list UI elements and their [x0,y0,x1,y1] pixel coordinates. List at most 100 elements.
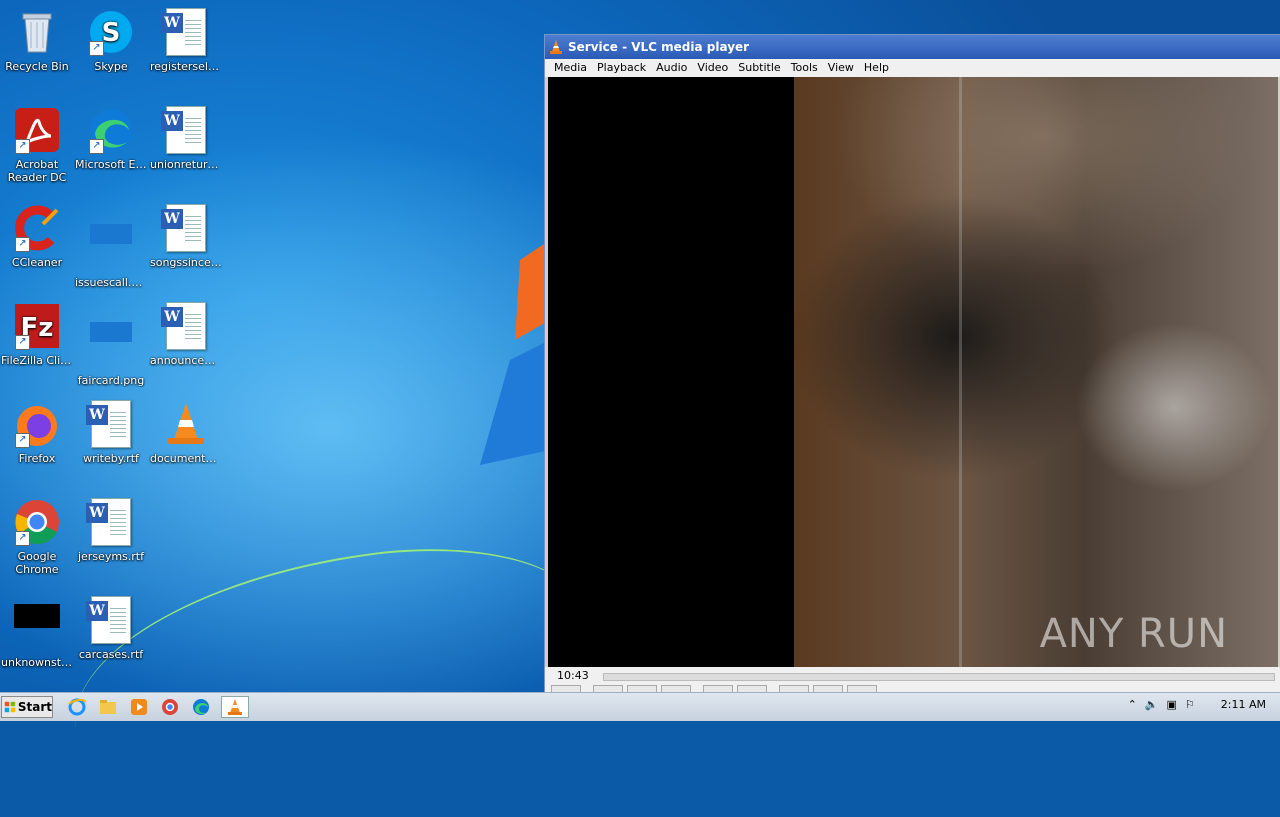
desktop-icon-recycle-bin[interactable]: Recycle Bin [0,4,74,73]
menu-view[interactable]: View [823,59,859,77]
vlc-titlebar[interactable]: Service - VLC media player [545,35,1280,59]
vlc-taskbar-icon[interactable] [221,696,249,718]
black-file-icon [13,604,61,652]
desktop-icon-label: registersell.rtf [150,60,223,73]
menu-tools[interactable]: Tools [786,59,823,77]
start-button[interactable]: Start [1,696,53,718]
wallpaper-swoosh [57,524,603,817]
shortcut-arrow-icon: ↗ [15,139,30,154]
network-icon[interactable]: ▣ [1167,698,1177,711]
desktop-icon-acrobat[interactable]: ↗ Acrobat Reader DC [0,102,74,184]
word-document-icon: W [161,302,210,350]
seek-bar[interactable] [603,673,1275,681]
desktop-icon-edge[interactable]: ↗ Microsoft Edge [74,102,148,171]
desktop-icon-issuescall[interactable]: issuescall.png [74,200,148,289]
action-center-flag-icon[interactable]: ⚐ [1185,698,1195,711]
desktop-icon-registersell[interactable]: W registersell.rtf [149,4,223,73]
acrobat-icon: ↗ [13,106,61,154]
desktop-icon-writeby[interactable]: W writeby.rtf [74,396,148,465]
desktop-icon-carcases[interactable]: W carcases.rtf [74,592,148,661]
word-document-icon: W [161,204,210,252]
desktop-icon-label: issuescall.png [75,276,148,289]
image-file-icon [87,224,135,272]
desktop-icon-label: documenta... [150,452,223,465]
taskbar-pinned [66,696,249,718]
word-document-icon: W [86,498,135,546]
shortcut-arrow-icon: ↗ [15,433,30,448]
volume-icon[interactable]: 🔈 [1145,698,1159,711]
windows-logo-wallpaper [480,240,550,465]
desktop-icon-filezilla[interactable]: Fz ↗ FileZilla Client [0,298,74,367]
firefox-icon: ↗ [13,400,61,448]
menu-media[interactable]: Media [549,59,592,77]
desktop-icon-label: unionreturn.... [150,158,223,171]
clock[interactable]: 2:11 AM [1221,698,1266,711]
desktop-icon-label: FileZilla Client [1,354,74,367]
vlc-title: Service - VLC media player [568,40,750,54]
edge-icon: ↗ [87,106,135,154]
media-player-taskbar-icon[interactable] [128,696,150,718]
desktop-icon-songssince[interactable]: W songssince.rtf [149,200,223,269]
desktop-icon-label: writeby.rtf [83,452,139,465]
desktop-icon-label: carcases.rtf [78,648,144,661]
desktop-icon-label: Acrobat Reader DC [7,158,67,184]
ie-taskbar-icon[interactable] [66,696,88,718]
ccleaner-icon: ↗ [13,204,61,252]
shortcut-arrow-icon: ↗ [89,41,104,56]
menu-video[interactable]: Video [692,59,733,77]
recycle-bin-icon [13,8,61,56]
image-file-icon [87,322,135,370]
desktop-icon-label: jerseyms.rtf [77,550,144,563]
desktop-icon-label: CCleaner [11,256,63,269]
svg-text:S: S [102,18,121,48]
menu-help[interactable]: Help [859,59,894,77]
desktop-icon-announcem[interactable]: W announcem... [149,298,223,367]
vlc-cone-icon [162,400,210,448]
desktop-icon-jerseyms[interactable]: W jerseyms.rtf [74,494,148,563]
chrome-taskbar-icon[interactable] [159,696,181,718]
video-area[interactable]: ANY RUN [548,77,1278,667]
menu-audio[interactable]: Audio [651,59,692,77]
desktop-icon-label: Firefox [18,452,56,465]
desktop-icon-label: Microsoft Edge [75,158,148,171]
menu-playback[interactable]: Playback [592,59,651,77]
start-label: Start [17,700,52,714]
system-tray: ⌃ 🔈 ▣ ⚐ 2:11 AM [1128,698,1266,711]
desktop-icon-chrome[interactable]: ↗ Google Chrome [0,494,74,576]
shortcut-arrow-icon: ↗ [15,335,30,350]
word-document-icon: W [161,106,210,154]
desktop-icon-ccleaner[interactable]: ↗ CCleaner [0,200,74,269]
chrome-icon: ↗ [13,498,61,546]
desktop-icon-label: songssince.rtf [150,256,223,269]
desktop-icon-label: Recycle Bin [5,60,69,73]
taskbar: Start ⌃ 🔈 ▣ ⚐ 2:11 AM [0,692,1280,721]
desktop-icon-label: Skype [94,60,128,73]
desktop-icon-faircard[interactable]: faircard.png [74,298,148,387]
word-document-icon: W [86,596,135,644]
vlc-window[interactable]: Service - VLC media player Media Playbac… [544,34,1280,694]
elapsed-time: 10:43 [557,669,589,682]
filezilla-icon: Fz ↗ [13,302,61,350]
word-document-icon: W [86,400,135,448]
desktop-icon-firefox[interactable]: ↗ Firefox [0,396,74,465]
edge-taskbar-icon[interactable] [190,696,212,718]
menu-subtitle[interactable]: Subtitle [733,59,785,77]
video-frame [794,77,1278,667]
shortcut-arrow-icon: ↗ [89,139,104,154]
desktop-icon-skype[interactable]: S ↗ Skype [74,4,148,73]
shortcut-arrow-icon: ↗ [15,237,30,252]
desktop-icon-documenta[interactable]: documenta... [149,396,223,465]
show-hidden-icons-icon[interactable]: ⌃ [1128,698,1137,711]
vlc-menubar: Media Playback Audio Video Subtitle Tool… [545,59,1280,77]
vlc-cone-icon [550,40,562,54]
shortcut-arrow-icon: ↗ [15,531,30,546]
desktop-icon-label: announcem... [150,354,223,367]
vlc-controls: 10:43 [545,667,1280,694]
desktop-icon-unionreturn[interactable]: W unionreturn.... [149,102,223,171]
windows-logo-icon [4,701,16,713]
word-document-icon: W [161,8,210,56]
desktop-icon-unknownsta[interactable]: unknownsta... [0,592,74,669]
explorer-taskbar-icon[interactable] [97,696,119,718]
desktop-icon-label: unknownsta... [1,656,74,669]
watermark-text: ANY RUN [1039,611,1228,657]
